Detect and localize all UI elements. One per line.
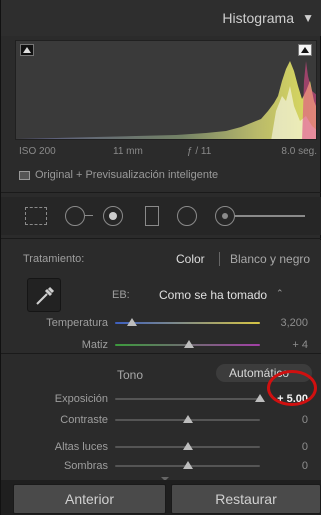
smart-preview-label: Original + Previsualización inteligente	[35, 169, 219, 181]
slider-value[interactable]: 0	[302, 414, 308, 426]
treatment-color-option[interactable]: Color	[176, 252, 205, 266]
crop-overlay-icon[interactable]	[25, 207, 47, 225]
histogram-header[interactable]: Histograma ▼	[1, 0, 321, 36]
treatment-label: Tratamiento:	[23, 253, 85, 265]
radial-filter-icon[interactable]	[177, 206, 197, 226]
slider-row[interactable]: Matiz + 4	[1, 337, 321, 353]
slider-track[interactable]	[115, 318, 260, 326]
slider-thumb[interactable]	[182, 461, 193, 469]
slider-label: Contraste	[60, 414, 108, 426]
adjustment-brush-line	[235, 215, 305, 217]
slider-row[interactable]: Sombras 0	[1, 458, 321, 474]
slider-value[interactable]: 0	[302, 441, 308, 453]
slider-label: Temperatura	[46, 317, 108, 329]
chevron-updown-icon[interactable]: ⌃	[276, 288, 284, 299]
slider-thumb[interactable]	[255, 394, 265, 402]
bottom-bar: Anterior Restaurar	[1, 480, 321, 515]
white-balance-selector[interactable]	[27, 278, 61, 312]
slider-value[interactable]: 0	[302, 460, 308, 472]
divider	[1, 353, 321, 354]
slider-row[interactable]: Contraste 0	[1, 412, 321, 428]
wb-preset-select[interactable]: Como se ha tomado	[159, 288, 267, 302]
histogram-curve	[16, 61, 316, 139]
smart-preview-icon	[19, 171, 30, 180]
slider-thumb[interactable]	[182, 415, 193, 423]
basic-panel: Tratamiento: Color Blanco y negro EB: Co…	[1, 240, 321, 485]
previous-button[interactable]: Anterior	[13, 484, 166, 514]
slider-label: Exposición	[54, 393, 108, 405]
exif-info: ISO 200 11 mm ƒ / 11 8.0 seg.	[15, 142, 317, 162]
slider-label: Sombras	[63, 460, 108, 472]
slider-thumb[interactable]	[127, 318, 138, 326]
annotation-highlight-circle	[267, 370, 317, 406]
slider-row[interactable]: Altas luces 0	[1, 439, 321, 455]
red-eye-icon[interactable]	[103, 206, 123, 226]
slider-value[interactable]: 3,200	[280, 317, 308, 329]
graduated-filter-icon[interactable]	[145, 206, 159, 226]
reset-button[interactable]: Restaurar	[171, 484, 321, 514]
adjustment-brush-icon[interactable]	[215, 206, 235, 226]
divider	[1, 238, 321, 239]
histogram-graph[interactable]	[15, 40, 317, 140]
shadow-clipping-toggle[interactable]	[20, 44, 34, 56]
slider-track[interactable]	[115, 415, 260, 423]
slider-label: Matiz	[81, 339, 108, 351]
exif-iso: ISO 200	[19, 146, 56, 157]
histogram-title: Histograma	[222, 10, 294, 26]
exif-shutter: 8.0 seg.	[281, 146, 317, 157]
slider-value[interactable]: + 4	[292, 339, 308, 351]
slider-track[interactable]	[115, 461, 260, 469]
tone-label: Tono	[117, 368, 144, 382]
smart-preview-status[interactable]: Original + Previsualización inteligente	[15, 168, 317, 186]
collapse-arrow-icon[interactable]: ▼	[302, 11, 314, 25]
highlight-clipping-toggle[interactable]	[298, 44, 312, 56]
divider	[1, 192, 321, 193]
slider-track[interactable]	[115, 442, 260, 450]
slider-thumb[interactable]	[182, 442, 193, 450]
exif-focal-length: 11 mm	[113, 146, 143, 157]
treatment-bw-option[interactable]: Blanco y negro	[230, 252, 310, 266]
slider-thumb[interactable]	[183, 340, 194, 348]
develop-right-panel: Histograma ▼ ISO 200 11 mm ƒ / 11 8.0 se…	[0, 0, 321, 515]
tool-strip	[1, 197, 321, 235]
wb-label: EB:	[112, 289, 130, 301]
slider-label: Altas luces	[54, 441, 108, 453]
eyedropper-icon	[36, 286, 55, 305]
exif-aperture: ƒ / 11	[187, 146, 212, 157]
slider-track[interactable]	[115, 340, 260, 348]
spot-removal-icon[interactable]	[65, 206, 93, 226]
slider-row[interactable]: Temperatura 3,200	[1, 315, 321, 331]
slider-track[interactable]	[115, 394, 265, 402]
treatment-divider	[219, 252, 220, 266]
